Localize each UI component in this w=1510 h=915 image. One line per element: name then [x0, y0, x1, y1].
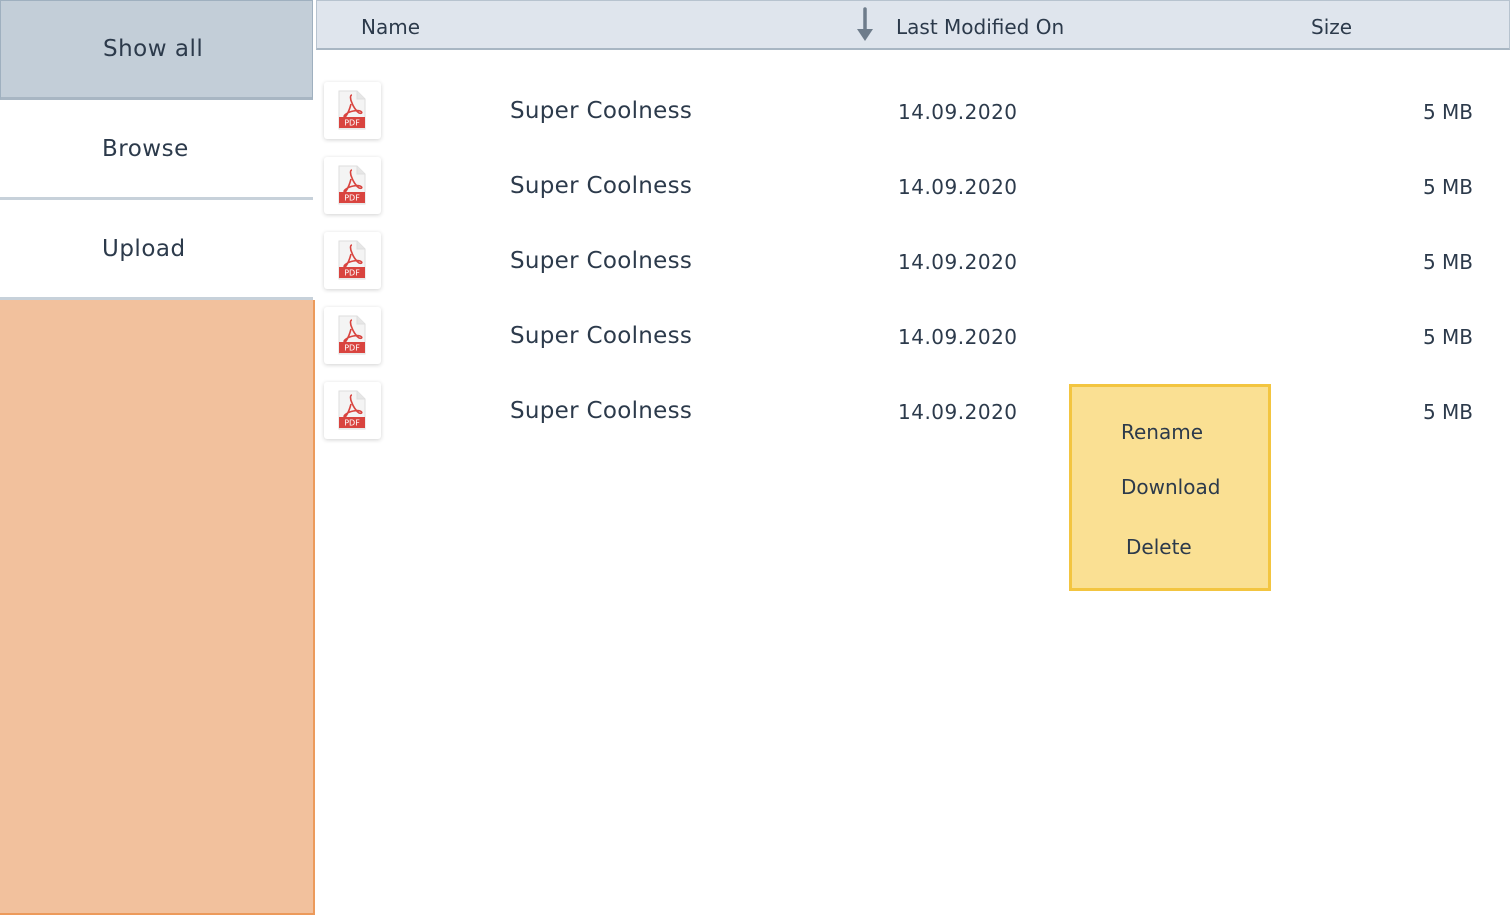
- table-row[interactable]: PDF Super Coolness 14.09.2020 5 MB: [316, 287, 1510, 364]
- file-size: 5 MB: [1422, 325, 1473, 349]
- column-header-size[interactable]: Size: [1311, 15, 1352, 39]
- svg-text:PDF: PDF: [344, 119, 360, 128]
- table-row[interactable]: PDF Super Coolness 14.09.2020 5 MB: [316, 212, 1510, 289]
- sidebar-item-browse[interactable]: Browse: [0, 100, 313, 200]
- pdf-icon: PDF: [324, 157, 381, 214]
- sidebar: Show all Browse Upload: [0, 0, 315, 915]
- menu-item-rename[interactable]: Rename: [1121, 420, 1203, 444]
- file-name: Super Coolness: [510, 98, 693, 124]
- svg-text:PDF: PDF: [344, 269, 360, 278]
- file-modified-date: 14.09.2020: [898, 250, 1018, 274]
- sidebar-item-label: Show all: [103, 36, 204, 62]
- pdf-icon: PDF: [324, 382, 381, 439]
- file-name: Super Coolness: [510, 248, 693, 274]
- menu-item-download[interactable]: Download: [1121, 475, 1220, 499]
- arrow-down-icon[interactable]: [853, 7, 877, 43]
- svg-text:PDF: PDF: [344, 419, 360, 428]
- pdf-icon: PDF: [324, 307, 381, 364]
- column-header-last-modified[interactable]: Last Modified On: [896, 15, 1064, 39]
- sidebar-item-label: Browse: [102, 135, 189, 162]
- table-header: Name Last Modified On Size: [316, 0, 1510, 50]
- table-row[interactable]: PDF Super Coolness 14.09.2020 5 MB: [316, 62, 1510, 139]
- file-name: Super Coolness: [510, 398, 693, 424]
- file-name: Super Coolness: [510, 173, 693, 199]
- sidebar-item-show-all[interactable]: Show all: [0, 0, 313, 100]
- column-header-name[interactable]: Name: [361, 15, 420, 39]
- file-name: Super Coolness: [510, 323, 693, 349]
- svg-text:PDF: PDF: [344, 344, 360, 353]
- sidebar-empty-area: [0, 300, 315, 915]
- sidebar-item-upload[interactable]: Upload: [0, 200, 313, 300]
- pdf-icon: PDF: [324, 82, 381, 139]
- table-row[interactable]: PDF Super Coolness 14.09.2020 5 MB: [316, 362, 1510, 439]
- file-modified-date: 14.09.2020: [898, 400, 1018, 424]
- pdf-icon: PDF: [324, 232, 381, 289]
- file-size: 5 MB: [1422, 400, 1473, 424]
- file-size: 5 MB: [1422, 100, 1473, 124]
- sidebar-item-label: Upload: [102, 235, 186, 262]
- svg-text:PDF: PDF: [344, 194, 360, 203]
- file-modified-date: 14.09.2020: [898, 100, 1018, 124]
- file-modified-date: 14.09.2020: [898, 325, 1018, 349]
- context-menu: Rename Download Delete: [1069, 384, 1271, 591]
- file-modified-date: 14.09.2020: [898, 175, 1018, 199]
- menu-item-delete[interactable]: Delete: [1126, 535, 1192, 559]
- file-size: 5 MB: [1422, 175, 1473, 199]
- table-row[interactable]: PDF Super Coolness 14.09.2020 5 MB: [316, 137, 1510, 214]
- file-size: 5 MB: [1422, 250, 1473, 274]
